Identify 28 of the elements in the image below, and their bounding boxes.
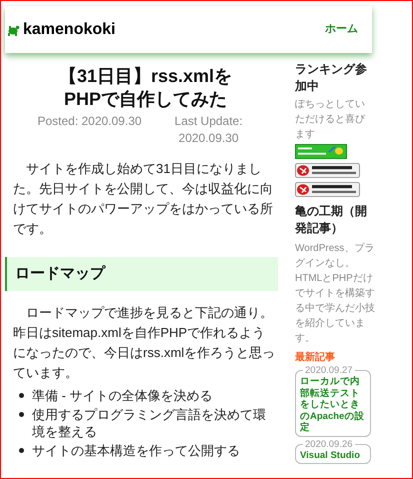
bullet-item: 準備 - サイトの全体像を決める [32,387,213,404]
turtle-icon [6,22,20,36]
sidebar-text: WordPress、プラグインなし。HTMLとPHPだけでサイトを構築する中で学んだ小技を紹介しています。 [295,242,375,346]
nav-link[interactable]: ホーム [325,21,358,38]
article-title: 【31日目】rss.xmlをPHPで自作してみた [58,65,234,111]
post-link[interactable]: ローカルで内部転送テストをしたいときのApacheの設定 [300,376,366,434]
ranking-banner[interactable] [295,182,360,197]
bullet-icon [19,412,24,417]
sidebar-text: ぽちっとしていただけると喜びます [295,98,366,142]
section-paragraph: ロードマップで進捗を見ると下記の通り。昨日はsitemap.xmlを自作PHPで作れるようになったので、今日はrss.xmlを作ろうと思っています。 [13,304,276,382]
sidebar-heading: ランキング参加中 [295,61,368,95]
posted-date: Posted: 2020.09.30 [37,113,142,130]
intro-paragraph: サイトを作成し始めて31日目になりました。先日サイトを公開して、今は収益化に向けてサイトのパワーアップをはかっている所です。 [13,160,274,238]
recent-posts-heading: 最新記事 [295,352,336,364]
site-title[interactable]: kamenokoki [23,18,116,42]
updated-date: Last Update: 2020.09.30 [174,113,244,147]
bullet-icon [19,448,24,453]
sidebar-heading: 亀の工期（開発記事） [295,203,368,237]
post-card[interactable]: 2020.09.27 ローカルで内部転送テストをしたいときのApacheの設定 [295,365,371,436]
bullet-item: サイトの基本構造を作って公開する [32,442,240,459]
ranking-banner[interactable] [295,163,360,178]
bullet-item: 使用するプログラミング言語を決めて環境を整える [32,406,267,440]
post-date: 2020.09.27 [304,365,354,376]
section-heading: ロードマップ [5,257,278,291]
bullet-icon [19,393,24,398]
post-date: 2020.09.26 [304,438,354,450]
post-card[interactable]: 2020.09.26 Visual Studio [295,438,371,464]
post-link[interactable]: Visual Studio [300,450,366,461]
